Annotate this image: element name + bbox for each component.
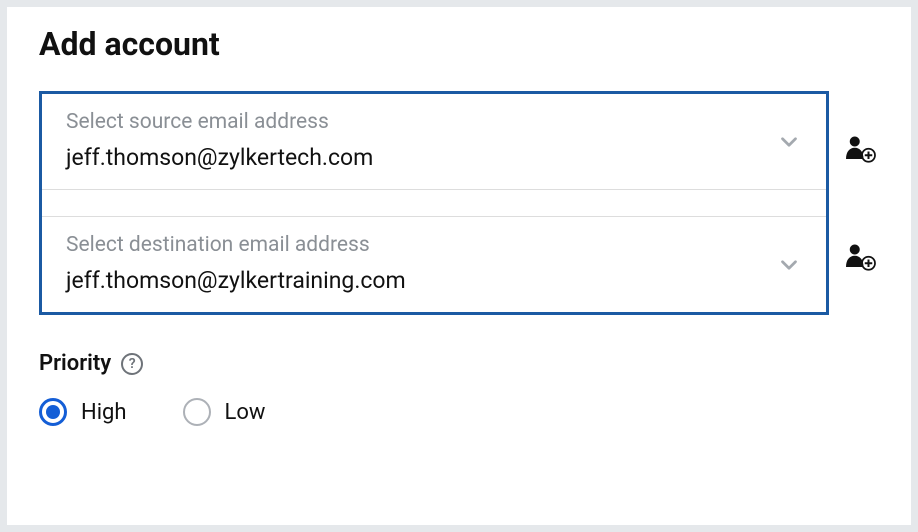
page-title: Add account [39,25,879,63]
email-select-group: Select source email address jeff.thomson… [39,91,829,315]
source-label: Select source email address [66,110,802,134]
priority-label: Priority [39,351,111,376]
chevron-down-icon [776,129,802,155]
source-row: Select source email address jeff.thomson… [39,91,879,315]
priority-low-label: Low [225,400,266,425]
destination-label: Select destination email address [66,233,802,257]
destination-email-select[interactable]: Select destination email address jeff.th… [42,217,826,312]
priority-radio-group: High Low [39,398,879,426]
add-source-user-button[interactable] [843,131,879,167]
source-value: jeff.thomson@zylkertech.com [66,144,802,171]
priority-section: Priority ? High Low [39,351,879,426]
chevron-down-icon [776,252,802,278]
priority-high-radio[interactable]: High [39,398,127,426]
divider [42,189,826,217]
destination-value: jeff.thomson@zylkertraining.com [66,267,802,294]
radio-selected-icon [39,398,67,426]
source-email-select[interactable]: Select source email address jeff.thomson… [42,94,826,189]
priority-high-label: High [81,400,127,425]
radio-unselected-icon [183,398,211,426]
priority-header: Priority ? [39,351,879,376]
add-account-panel: Add account Select source email address … [6,6,912,526]
add-destination-user-button[interactable] [843,239,879,275]
help-icon[interactable]: ? [121,353,143,375]
priority-low-radio[interactable]: Low [183,398,266,426]
